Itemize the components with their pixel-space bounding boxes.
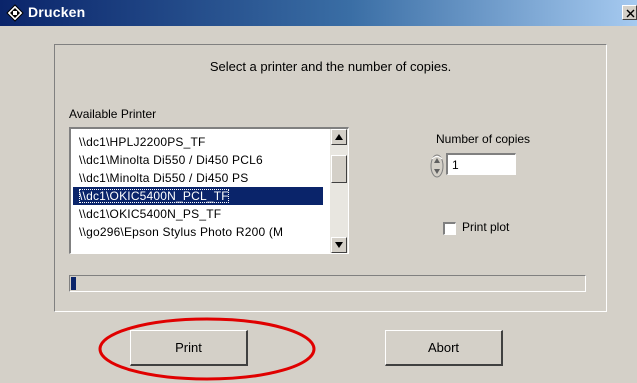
printer-name: \\go296\Epson Stylus Photo R200 (M: [79, 225, 284, 239]
printer-list-item[interactable]: \\dc1\OKIC5400N_PS_TF: [73, 205, 323, 223]
printer-name: \\dc1\Minolta Di550 / Di450 PCL6: [79, 153, 263, 167]
print-plot-checkbox[interactable]: [443, 222, 456, 235]
title-bar[interactable]: Drucken: [0, 0, 637, 26]
scroll-up-button[interactable]: [331, 129, 347, 145]
dialog-panel: Select a printer and the number of copie…: [54, 44, 607, 312]
progress-bar: [69, 275, 586, 292]
printer-list-items: \\dc1\HPLJ2200PS_TF \\dc1\Minolta Di550 /…: [73, 133, 323, 241]
printer-list-item[interactable]: \\go296\Epson Stylus Photo R200 (M: [73, 223, 323, 241]
printer-list-item[interactable]: \\dc1\OKIC5400N_PCL_TF: [73, 187, 323, 205]
printer-name: \\dc1\OKIC5400N_PS_TF: [79, 207, 222, 221]
close-button[interactable]: [622, 5, 637, 20]
printer-list-item[interactable]: \\dc1\Minolta Di550 / Di450 PCL6: [73, 151, 323, 169]
printer-list-item[interactable]: \\dc1\HPLJ2200PS_TF: [73, 133, 323, 151]
printer-listbox[interactable]: \\dc1\HPLJ2200PS_TF \\dc1\Minolta Di550 /…: [69, 127, 349, 254]
scroll-down-button[interactable]: [331, 237, 347, 253]
copies-input[interactable]: [446, 153, 516, 175]
available-printer-label: Available Printer: [69, 107, 157, 121]
printer-name: \\dc1\OKIC5400N_PCL_TF: [79, 189, 229, 203]
copies-label: Number of copies: [436, 132, 531, 146]
printer-name: \\dc1\HPLJ2200PS_TF: [79, 135, 206, 149]
progress-fill: [71, 277, 76, 290]
printer-app-icon: [6, 4, 24, 22]
print-button[interactable]: Print: [130, 330, 248, 366]
printer-name: \\dc1\Minolta Di550 / Di450 PS: [79, 171, 249, 185]
printer-list-scrollbar[interactable]: [330, 129, 348, 253]
instruction-text: Select a printer and the number of copie…: [209, 59, 452, 74]
window-title: Drucken: [28, 4, 86, 20]
copies-spinner[interactable]: [429, 153, 445, 179]
scroll-thumb[interactable]: [331, 155, 347, 183]
print-dialog-window: Drucken Select a printer and the number …: [0, 0, 637, 383]
printer-list-item[interactable]: \\dc1\Minolta Di550 / Di450 PS: [73, 169, 323, 187]
print-plot-label[interactable]: Print plot: [462, 220, 509, 234]
abort-button[interactable]: Abort: [385, 330, 503, 366]
